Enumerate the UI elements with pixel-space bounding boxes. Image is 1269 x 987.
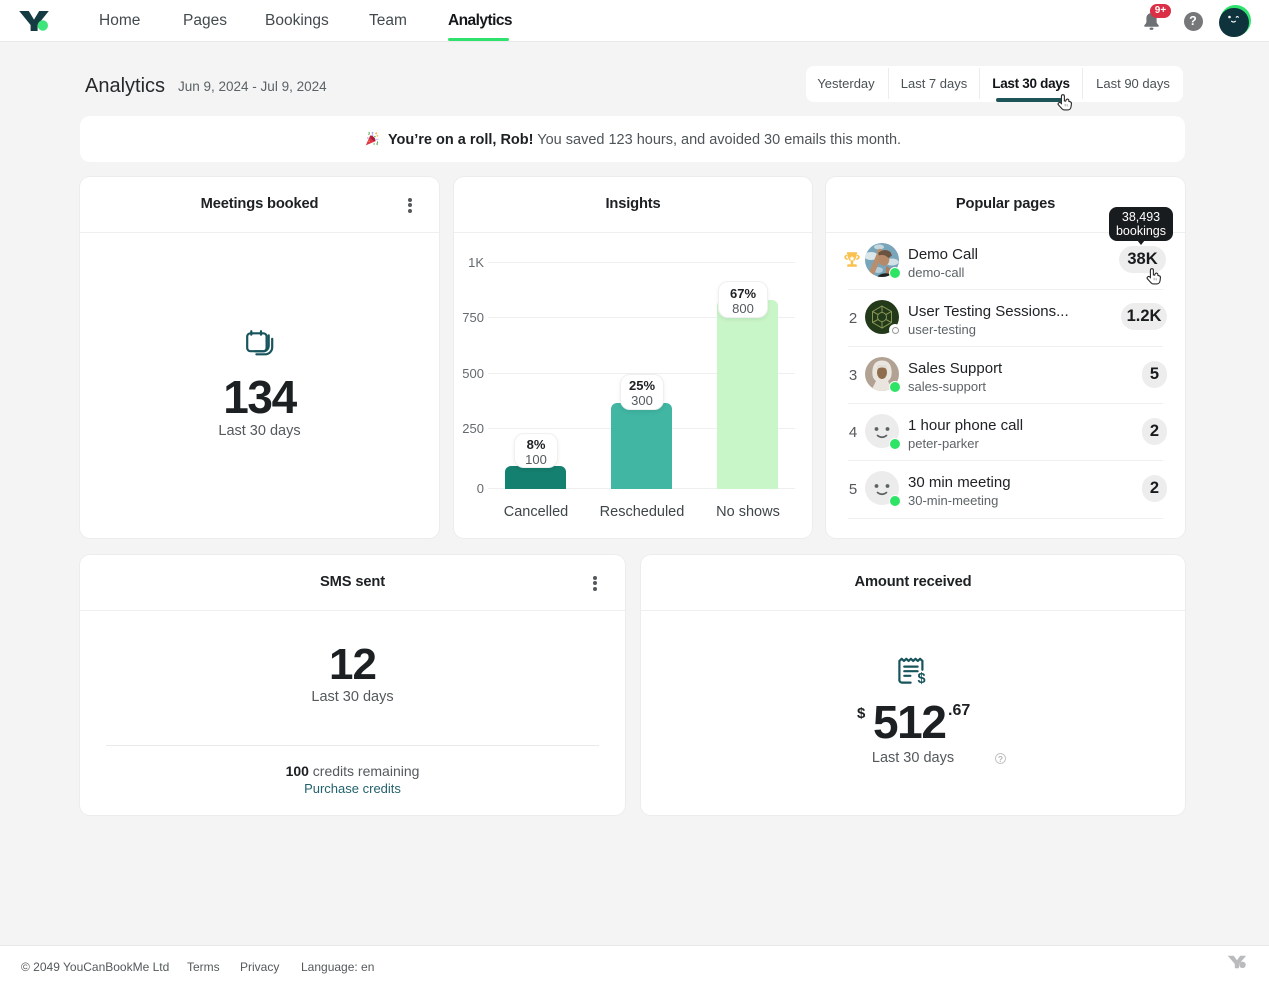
svg-text:$: $: [918, 671, 926, 685]
